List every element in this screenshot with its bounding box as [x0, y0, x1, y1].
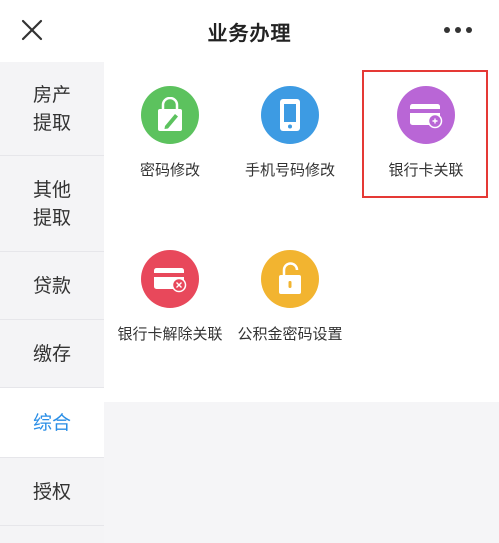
service-tile-bank-card-unlink[interactable]: 银行卡解除关联: [108, 250, 232, 366]
service-tile-fund-password-setting[interactable]: 公积金密码设置: [228, 250, 352, 366]
sidebar-item-label: 其他 提取: [32, 178, 71, 229]
service-panel: 密码修改 手机号码修改 银行卡关联 银行卡解除关联 公积金密码设置: [104, 62, 499, 543]
sidebar-item-label: 房产 提取: [32, 83, 71, 134]
page-title: 业务办理: [207, 20, 292, 45]
tile-label: 公积金密码设置: [237, 325, 343, 343]
category-sidebar: 房产 提取 其他 提取 贷款 缴存 综合 授权: [0, 62, 104, 543]
tile-icon-bg: [141, 250, 199, 308]
tile-icon-bg: [261, 250, 319, 308]
more-button[interactable]: [443, 22, 473, 38]
service-tile-phone-change[interactable]: 手机号码修改: [228, 86, 352, 196]
sidebar-item-label: 综合: [32, 411, 71, 434]
service-tile-password-change[interactable]: 密码修改: [108, 86, 232, 196]
close-button[interactable]: [16, 14, 48, 46]
highlight-box: [362, 70, 488, 198]
tile-icon-bg: [261, 86, 319, 144]
sidebar-item-other-withdrawal[interactable]: 其他 提取: [0, 156, 104, 252]
unlock-icon: [279, 262, 301, 294]
sidebar-item-loan[interactable]: 贷款: [0, 252, 104, 320]
tile-label: 手机号码修改: [244, 161, 335, 179]
sidebar-item-authorization[interactable]: 授权: [0, 458, 104, 526]
sidebar-item-property-withdrawal[interactable]: 房产 提取: [0, 62, 104, 156]
lock-edit-icon: [158, 97, 182, 131]
bank-card-unlink-icon: [154, 268, 187, 293]
sidebar-item-label: 授权: [32, 480, 71, 503]
phone-icon: [280, 99, 300, 131]
more-icon: [444, 27, 472, 33]
sidebar-item-label: 缴存: [32, 342, 71, 365]
sidebar-item-deposit[interactable]: 缴存: [0, 320, 104, 388]
tile-label: 密码修改: [139, 161, 200, 179]
sidebar-item-comprehensive[interactable]: 综合: [0, 388, 104, 458]
header-bar: 业务办理: [0, 0, 499, 62]
tile-label: 银行卡解除关联: [117, 325, 223, 343]
tile-icon-bg: [141, 86, 199, 144]
service-grid: 密码修改 手机号码修改 银行卡关联 银行卡解除关联 公积金密码设置: [104, 62, 499, 402]
sidebar-item-label: 贷款: [32, 274, 71, 297]
close-icon: [21, 19, 43, 41]
